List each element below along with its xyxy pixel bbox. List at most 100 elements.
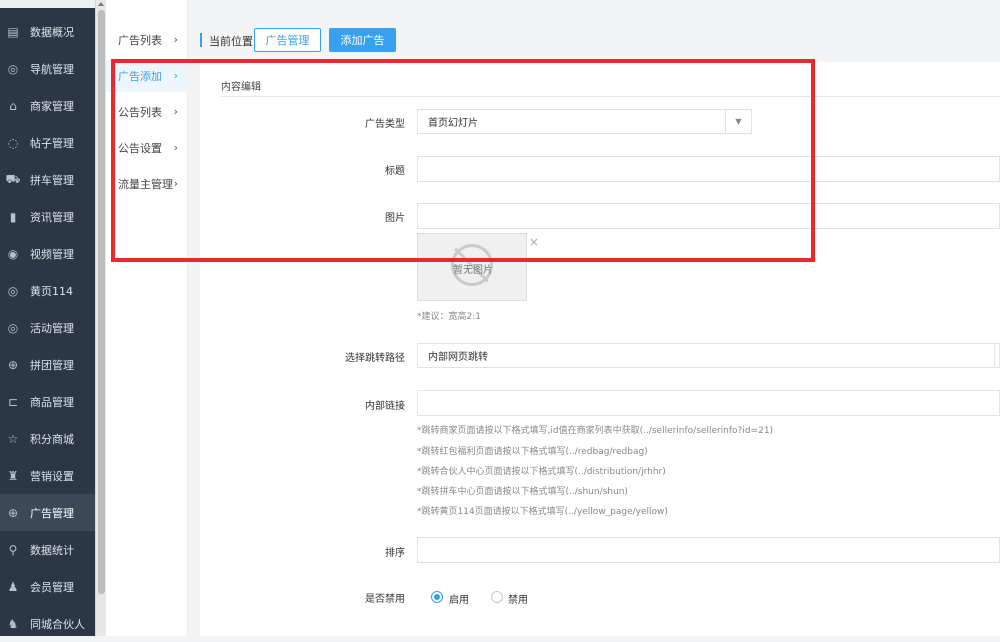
dashboard-icon: ▤ [7,24,19,39]
breadcrumb-marker [200,33,202,47]
internal-link-hint: *跳转红包福利页面请按以下格式填写(../redbag/redbag) [417,447,648,457]
subnav-item[interactable]: 广告添加 › [106,60,188,92]
enable-radio-label[interactable]: 启用 [449,591,469,606]
subnav-item-label: 广告列表 [118,34,162,47]
sidebar-item[interactable]: ☆ 积分商城 [0,420,95,457]
sidebar-item-label: 广告管理 [30,506,74,520]
jump-path-select[interactable]: 内部网页跳转 [417,343,1000,368]
sidebar-item-label: 视频管理 [30,247,74,261]
sidebar-item-label: 拼团管理 [30,358,74,372]
sidebar-item-label: 活动管理 [30,321,74,335]
breadcrumb-add-ad-button[interactable]: 添加广告 [329,28,396,52]
sidebar-item-label: 商品管理 [30,395,74,409]
yellowpage-icon: ◎ [7,283,19,298]
sort-label: 排序 [385,548,405,559]
subnav-item-label: 流量主管理 [118,178,173,191]
section-divider [221,96,1000,97]
disable-radio-label[interactable]: 禁用 [508,591,528,606]
subnav-item[interactable]: 流量主管理 › [106,168,188,200]
sidebar-item[interactable]: ⛟ 拼车管理 [0,161,95,198]
title-input[interactable] [417,156,1000,182]
sidebar-item[interactable]: ⊕ 广告管理 [0,494,95,531]
image-preview[interactable]: 暂无图片 [417,233,527,301]
image-label: 图片 [385,213,405,224]
image-hint: *建议：宽高2:1 [417,312,481,322]
breadcrumb: 当前位置: 广告管理 添加广告 [188,0,1000,62]
enable-radio[interactable] [431,591,443,603]
stats-icon: ⚲ [8,542,18,557]
sidebar-item-label: 导航管理 [30,62,74,76]
breadcrumb-label: 当前位置: [209,35,257,48]
internal-link-hint: *跳转黄页114页面请按以下格式填写(../yellow_page/yellow… [417,507,668,517]
sidebar-item[interactable]: ◎ 导航管理 [0,50,95,87]
chevron-right-icon: › [173,105,178,118]
video-icon: ◉ [7,246,19,261]
image-input[interactable] [417,203,1000,229]
sort-input[interactable] [417,537,1000,563]
sidebar-item-label: 资讯管理 [30,210,74,224]
sidebar-item[interactable]: ♞ 同城合伙人 [0,605,95,642]
sidebar-item[interactable]: ⊏ 商品管理 [0,383,95,420]
sidebar-item[interactable]: ◌ 帖子管理 [0,124,95,161]
group-icon: ⊕ [7,357,19,372]
subnav-item[interactable]: 公告设置 › [106,132,188,164]
scroll-up-arrow-icon[interactable] [98,2,104,6]
internal-link-hint: *跳转合伙人中心页面请按以下格式填写(../distribution/jrhhr… [417,467,666,477]
subnav-item[interactable]: 广告列表 › [106,24,188,56]
sub-navigation: 广告列表 › 广告添加 › 公告列表 › 公告设置 › 流量主管理 › [106,0,188,636]
breadcrumb-ad-management-button[interactable]: 广告管理 [254,28,321,52]
sidebar-item[interactable]: ◉ 视频管理 [0,235,95,272]
comment-icon: ◌ [7,135,19,150]
sidebar-item[interactable]: ⌂ 商家管理 [0,87,95,124]
jump-path-label: 选择跳转路径 [345,353,405,364]
chevron-right-icon: › [173,69,178,82]
sidebar-item-label: 同城合伙人 [30,617,85,631]
internal-link-hint: *跳转商家页面请按以下格式填写,id值在商家列表中获取(../sellerinf… [417,426,774,436]
user-icon: ♟ [7,579,19,594]
gift-icon: ♜ [7,468,19,483]
bank-icon: ⌂ [9,98,17,113]
chevron-right-icon: › [173,141,178,154]
jump-path-value: 内部网页跳转 [428,352,488,363]
subnav-item-label: 公告设置 [118,142,162,155]
sidebar-item[interactable]: ▤ 数据概况 [0,13,95,50]
sidebar-item[interactable]: ▮ 资讯管理 [0,198,95,235]
subnav-item-label: 广告添加 [118,70,162,83]
cart-icon: ⊏ [7,394,19,409]
disable-radio[interactable] [491,591,503,603]
internal-link-input[interactable] [417,390,1000,416]
subnav-item[interactable]: 公告列表 › [106,96,188,128]
subnav-item-label: 公告列表 [118,106,162,119]
chevron-down-icon[interactable]: ▼ [725,110,751,133]
sidebar-item-label: 营销设置 [30,469,74,483]
sidebar-item[interactable]: ♟ 会员管理 [0,568,95,605]
sidebar-item-label: 会员管理 [30,580,74,594]
sidebar-item-label: 拼车管理 [30,173,74,187]
sidebar-item[interactable]: ◎ 活动管理 [0,309,95,346]
main-content: 当前位置: 广告管理 添加广告 内容编辑 广告类型 首页幻灯片 ▼ 标题 图片 … [188,0,1000,636]
sidebar: ▤ 数据概况 ◎ 导航管理 ⌂ 商家管理 ◌ 帖子管理 ⛟ 拼车管理 ▮ 资讯管理 ◉ 视频管理 ◎ 黄页11… [0,0,95,636]
no-image-text: 暂无图片 [453,265,493,276]
sidebar-scrollbar[interactable] [95,0,106,636]
title-label: 标题 [385,166,405,177]
activity-icon: ◎ [7,320,19,335]
sidebar-item-label: 商家管理 [30,99,74,113]
sidebar-item-label: 数据统计 [30,543,74,557]
sidebar-item[interactable]: ♜ 营销设置 [0,457,95,494]
select-separator [994,344,995,367]
scrollbar-thumb[interactable] [98,10,105,594]
sidebar-item-label: 黄页114 [30,284,73,298]
sidebar-item[interactable]: ⊕ 拼团管理 [0,346,95,383]
internal-link-hint: *跳转拼车中心页面请按以下格式填写(../shun/shun) [417,487,628,497]
internal-link-label: 内部链接 [365,401,405,412]
sidebar-item-label: 数据概况 [30,25,74,39]
sidebar-item-label: 积分商城 [30,432,74,446]
ad-type-label: 广告类型 [365,119,405,130]
book-icon: ▮ [9,209,17,224]
ad-type-select[interactable]: 首页幻灯片 ▼ [417,109,752,134]
sidebar-item[interactable]: ⚲ 数据统计 [0,531,95,568]
close-icon[interactable]: × [529,235,539,249]
section-title: 内容编辑 [221,82,261,93]
partner-icon: ♞ [7,616,19,631]
sidebar-item[interactable]: ◎ 黄页114 [0,272,95,309]
